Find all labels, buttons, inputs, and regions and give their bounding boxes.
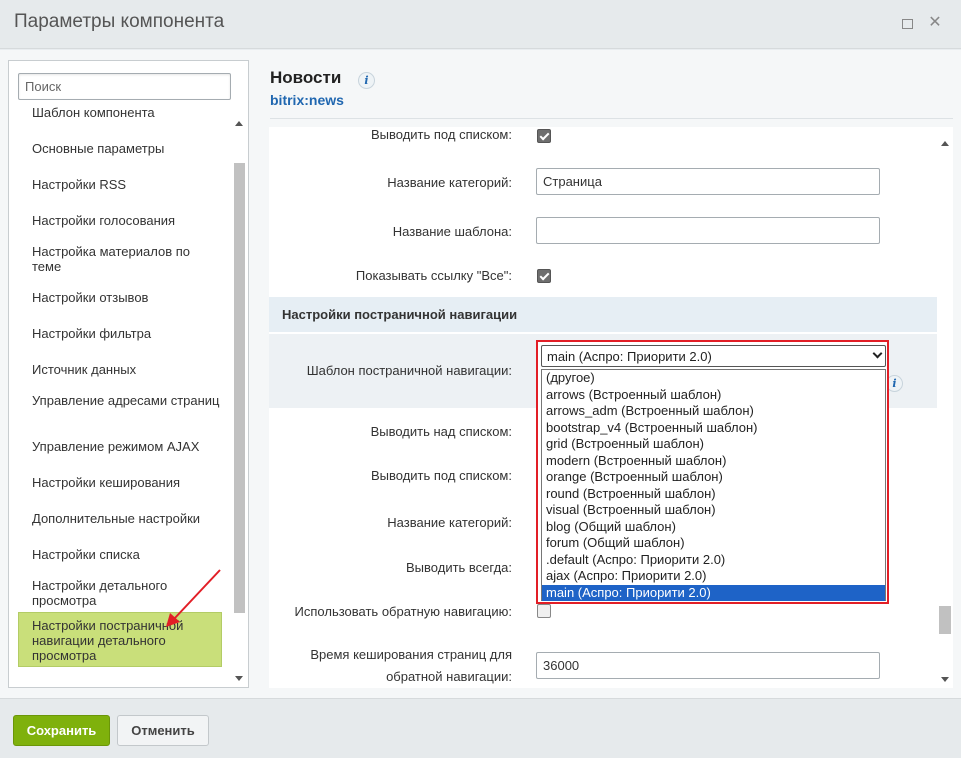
sidebar-item-additional[interactable]: Дополнительные настройки xyxy=(19,511,221,526)
scroll-up-icon[interactable] xyxy=(235,121,243,126)
dropdown-option[interactable]: (другое) xyxy=(542,370,885,387)
dropdown-options-list: (другое) arrows (Встроенный шаблон) arro… xyxy=(541,369,886,601)
sidebar-item-datasource[interactable]: Источник данных xyxy=(19,362,221,377)
dropdown-option[interactable]: arrows (Встроенный шаблон) xyxy=(542,387,885,404)
category-name-input[interactable] xyxy=(536,168,880,195)
close-icon[interactable]: ✕ xyxy=(928,15,942,31)
template-name-input[interactable] xyxy=(536,217,880,244)
sidebar-item-list[interactable]: Настройки списка xyxy=(19,547,221,562)
sidebar-item-template[interactable]: Шаблон компонента xyxy=(19,107,221,120)
cache-time-label-line2: обратной навигации: xyxy=(386,669,512,684)
reverse-nav-label: Использовать обратную навигацию: xyxy=(294,604,512,619)
component-code: bitrix:news xyxy=(270,92,344,108)
main-scroll-up-icon[interactable] xyxy=(941,141,949,146)
dropdown-option[interactable]: grid (Встроенный шаблон) xyxy=(542,436,885,453)
window-title: Параметры компонента xyxy=(14,11,225,32)
window-titlebar: Параметры компонента ✕ xyxy=(0,0,961,49)
reverse-nav-checkbox[interactable] xyxy=(537,604,551,618)
info-icon[interactable]: i xyxy=(358,72,375,89)
sidebar-item-urls[interactable]: Управление адресами страниц xyxy=(19,393,221,408)
sidebar-scrollbar[interactable] xyxy=(233,117,246,685)
main-scrollbar[interactable] xyxy=(937,127,953,688)
template-name-label: Название шаблона: xyxy=(392,224,512,239)
dropdown-option[interactable]: orange (Встроенный шаблон) xyxy=(542,469,885,486)
show-below-label-top: Выводить под списком: xyxy=(370,127,512,142)
chevron-down-icon[interactable] xyxy=(872,348,883,359)
category-name-label-2: Название категорий: xyxy=(387,515,512,530)
category-name-label: Название категорий: xyxy=(387,175,512,190)
pager-template-selected: main (Аспро: Приорити 2.0) xyxy=(547,349,712,364)
sidebar-item-cache[interactable]: Настройки кеширования xyxy=(19,475,221,490)
sidebar-item-reviews[interactable]: Настройки отзывов xyxy=(19,290,221,305)
search-input[interactable] xyxy=(18,73,231,100)
show-below-checkbox-top[interactable] xyxy=(537,129,551,143)
dropdown-option[interactable]: modern (Встроенный шаблон) xyxy=(542,453,885,470)
show-all-link-checkbox[interactable] xyxy=(537,269,551,283)
dropdown-option[interactable]: ajax (Аспро: Приорити 2.0) xyxy=(542,568,885,585)
dropdown-option[interactable]: .default (Аспро: Приорити 2.0) xyxy=(542,552,885,569)
cache-time-label-line1: Время кеширования страниц для xyxy=(310,647,512,662)
sidebar-item-related[interactable]: Настройка материалов по теме xyxy=(19,244,221,274)
pager-template-select[interactable]: main (Аспро: Приорити 2.0) xyxy=(541,345,886,367)
main-scroll-thumb[interactable] xyxy=(939,606,951,634)
annotation-arrow xyxy=(166,569,221,627)
cache-time-label: Время кеширования страниц для обратной н… xyxy=(310,644,512,688)
cancel-button[interactable]: Отменить xyxy=(117,715,209,746)
dropdown-option[interactable]: arrows_adm (Встроенный шаблон) xyxy=(542,403,885,420)
component-header: Новости bitrix:news i xyxy=(270,68,375,108)
dropdown-option[interactable]: round (Встроенный шаблон) xyxy=(542,486,885,503)
show-above-label: Выводить над списком: xyxy=(370,424,512,439)
maximize-icon[interactable] xyxy=(900,16,914,30)
show-below-label: Выводить под списком: xyxy=(370,468,512,483)
dropdown-option[interactable]: forum (Общий шаблон) xyxy=(542,535,885,552)
main-scroll-down-icon[interactable] xyxy=(941,677,949,682)
dialog-footer: Сохранить Отменить xyxy=(0,698,961,758)
sidebar-item-voting[interactable]: Настройки голосования xyxy=(19,213,221,228)
show-all-link-label: Показывать ссылку "Все": xyxy=(355,268,512,283)
pager-template-label: Шаблон постраничной навигации: xyxy=(306,363,512,378)
sidebar-item-rss[interactable]: Настройки RSS xyxy=(19,177,221,192)
pager-template-dropdown: main (Аспро: Приорити 2.0) (другое) arro… xyxy=(536,340,889,604)
component-title: Новости xyxy=(270,68,342,87)
cache-time-input[interactable] xyxy=(536,652,880,679)
dropdown-option[interactable]: visual (Встроенный шаблон) xyxy=(542,502,885,519)
dropdown-option-selected[interactable]: main (Аспро: Приорити 2.0) xyxy=(542,584,885,601)
save-button[interactable]: Сохранить xyxy=(13,715,110,746)
header-divider xyxy=(270,118,953,119)
sidebar-item-filter[interactable]: Настройки фильтра xyxy=(19,326,221,341)
sidebar-scroll-thumb[interactable] xyxy=(234,163,245,613)
dropdown-option[interactable]: blog (Общий шаблон) xyxy=(542,519,885,536)
sidebar-item-ajax[interactable]: Управление режимом AJAX xyxy=(19,439,221,454)
pager-section-header: Настройки постраничной навигации xyxy=(269,297,937,332)
scroll-down-icon[interactable] xyxy=(235,676,243,681)
sidebar-item-basic[interactable]: Основные параметры xyxy=(19,141,221,156)
dropdown-option[interactable]: bootstrap_v4 (Встроенный шаблон) xyxy=(542,420,885,437)
section-title: Настройки постраничной навигации xyxy=(282,307,518,322)
show-always-label: Выводить всегда: xyxy=(406,560,512,575)
